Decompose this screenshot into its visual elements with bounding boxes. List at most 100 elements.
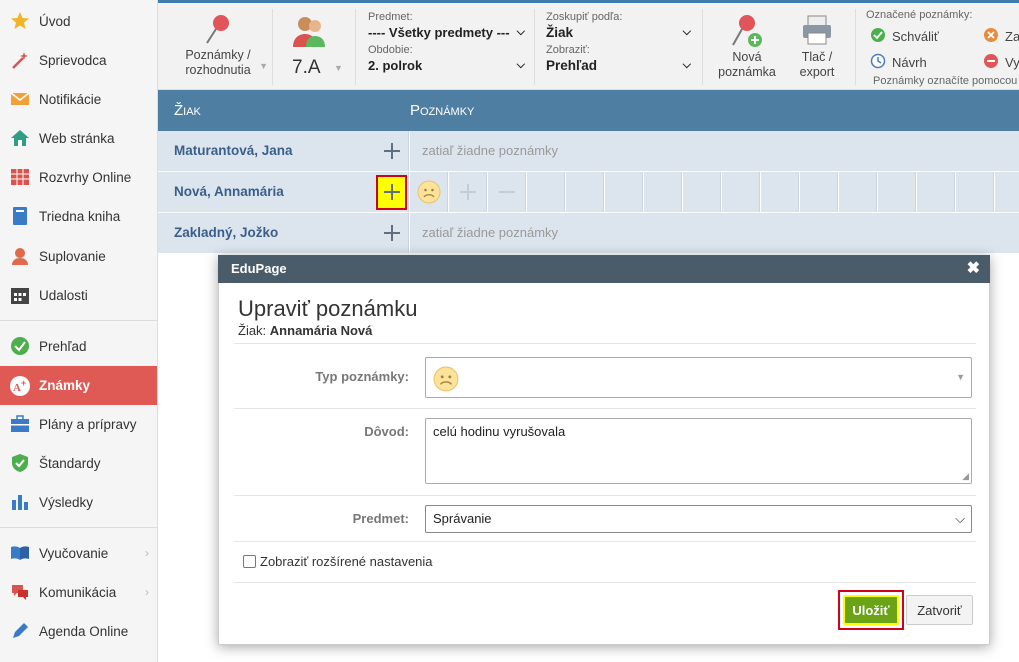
chevron-down-icon: ⌵ bbox=[682, 26, 691, 38]
sidebar-item-label: Vyučovanie bbox=[39, 545, 109, 561]
group-select[interactable]: Žiak ⌵ bbox=[546, 25, 691, 40]
new-note-button[interactable]: Nová poznámka bbox=[710, 3, 778, 90]
dialog-app-name: EduPage bbox=[231, 261, 287, 276]
sidebar-item-prehlad[interactable]: Prehľad bbox=[0, 327, 157, 365]
advanced-settings-toggle[interactable]: Zobraziť rozšírené nastavenia bbox=[243, 554, 433, 569]
resize-handle-icon[interactable]: ◢ bbox=[962, 471, 969, 482]
note-cell bbox=[878, 172, 916, 212]
sidebar-item-agenda-online[interactable]: Agenda Online bbox=[0, 612, 157, 650]
marked-hint: Poznámky označíte pomocou bbox=[873, 75, 1018, 87]
reason-textarea[interactable]: celú hodinu vyrušovala ◢ bbox=[425, 418, 972, 484]
add-negative-note-button[interactable] bbox=[488, 172, 526, 212]
chevron-right-icon: › bbox=[145, 585, 149, 599]
period-select[interactable]: 2. polrok ⌵ bbox=[368, 58, 525, 73]
no-notes-text: zatiaľ žiadne poznámky bbox=[410, 213, 1019, 253]
add-note-button[interactable] bbox=[376, 213, 409, 253]
sidebar-item-vysledky[interactable]: Výsledky bbox=[0, 483, 157, 521]
sidebar-item-rozvrhy-online[interactable]: Rozvrhy Online bbox=[0, 158, 157, 196]
sad-face-icon bbox=[417, 180, 441, 207]
sidebar-item-standardy[interactable]: Štandardy bbox=[0, 444, 157, 482]
column-header-student: Žiak bbox=[174, 102, 201, 119]
subject-period-filters: Predmet: ---- Všetky predmety --- ⌵ Obdob… bbox=[368, 3, 525, 90]
sidebar-item-komunikacia[interactable]: Komunikácia › bbox=[0, 573, 157, 611]
draft-button[interactable]: Návrh bbox=[870, 53, 927, 72]
sidebar-item-triedna-kniha[interactable]: Triedna kniha bbox=[0, 197, 157, 235]
sidebar-item-udalosti[interactable]: Udalosti bbox=[0, 276, 157, 314]
print-label-2: export bbox=[799, 65, 835, 79]
add-note-button[interactable] bbox=[376, 131, 409, 171]
sidebar-item-uvod[interactable]: Úvod bbox=[0, 2, 157, 40]
column-header-notes: Poznámky bbox=[410, 102, 475, 119]
svg-text:A: A bbox=[13, 382, 21, 394]
add-note-button-highlighted[interactable] bbox=[376, 172, 409, 212]
new-note-label-2: poznámka bbox=[718, 65, 776, 79]
sidebar-item-label: Prehľad bbox=[39, 338, 87, 354]
student-name[interactable]: Maturantová, Jana bbox=[158, 131, 376, 171]
note-cell[interactable] bbox=[410, 172, 448, 212]
sidebar-item-label: Udalosti bbox=[39, 287, 88, 303]
table-row: Nová, Annamária bbox=[158, 172, 1019, 213]
note-cell bbox=[527, 172, 565, 212]
grade-icon: A + bbox=[9, 375, 31, 397]
svg-text:+: + bbox=[21, 378, 26, 388]
advanced-settings-label: Zobraziť rozšírené nastavenia bbox=[260, 554, 433, 569]
group-select-value: Žiak bbox=[546, 25, 574, 40]
reject-button[interactable]: Za bbox=[983, 27, 1019, 46]
open-book-icon bbox=[9, 542, 31, 564]
note-cell bbox=[800, 172, 838, 212]
wand-icon bbox=[9, 49, 31, 71]
sidebar-item-vyucovanie[interactable]: Vyučovanie › bbox=[0, 534, 157, 572]
plus-icon bbox=[383, 142, 401, 160]
subject-select-value: Správanie bbox=[433, 511, 492, 526]
note-cell bbox=[995, 172, 1019, 212]
student-name[interactable]: Zakladný, Jožko bbox=[158, 213, 376, 253]
show-select-value: Prehľad bbox=[546, 58, 597, 73]
print-export-button[interactable]: Tlač / export bbox=[790, 3, 844, 90]
shield-icon bbox=[9, 452, 31, 474]
sidebar-item-web-stranka[interactable]: Web stránka bbox=[0, 119, 157, 157]
add-positive-note-button[interactable] bbox=[449, 172, 487, 212]
marked-caption: Označené poznámky: bbox=[866, 9, 973, 21]
new-note-label: Nová bbox=[732, 50, 762, 64]
show-select[interactable]: Prehľad ⌵ bbox=[546, 58, 691, 73]
student-prefix: Žiak: bbox=[238, 323, 267, 338]
sad-face-icon bbox=[433, 366, 459, 395]
subject-select[interactable]: Správanie ⌵ bbox=[425, 505, 972, 533]
sidebar-item-label: Sprievodca bbox=[39, 52, 107, 68]
sidebar-item-notifikacie[interactable]: Notifikácie bbox=[0, 80, 157, 118]
note-cell bbox=[839, 172, 877, 212]
marked-notes-panel: Označené poznámky: Schváliť Návrh Za Vy … bbox=[866, 3, 1019, 90]
notes-btn-label-2: rozhodnutia bbox=[185, 63, 251, 77]
table-header: Žiak Poznámky bbox=[158, 90, 1019, 131]
delete-label: Vy bbox=[1005, 55, 1019, 70]
check-circle-icon bbox=[870, 27, 886, 46]
close-button[interactable]: Zatvoriť bbox=[906, 595, 973, 625]
reason-label: Dôvod: bbox=[364, 424, 409, 439]
envelope-icon bbox=[9, 88, 31, 110]
student-name[interactable]: Nová, Annamária bbox=[158, 172, 376, 212]
check-circle-icon bbox=[9, 335, 31, 357]
close-icon[interactable]: ✖ bbox=[967, 255, 980, 283]
note-type-select[interactable]: ▼ bbox=[425, 357, 972, 398]
approve-button[interactable]: Schváliť bbox=[870, 27, 939, 46]
toolbar-divider bbox=[534, 9, 535, 85]
save-button[interactable]: Uložiť bbox=[843, 595, 899, 625]
sidebar-item-label: Rozvrhy Online bbox=[39, 169, 132, 185]
toolbar-divider bbox=[702, 9, 703, 85]
sidebar-item-suplovanie[interactable]: Suplovanie bbox=[0, 237, 157, 275]
advanced-settings-checkbox[interactable] bbox=[243, 555, 256, 568]
subject-select[interactable]: ---- Všetky predmety --- ⌵ bbox=[368, 25, 525, 40]
notes-decisions-button[interactable]: Poznámky / rozhodnutia ▼ bbox=[170, 3, 268, 90]
divider bbox=[234, 343, 976, 344]
chat-icon bbox=[9, 581, 31, 603]
sidebar-item-plany[interactable]: Plány a prípravy bbox=[0, 405, 157, 443]
period-caption: Obdobie: bbox=[368, 44, 413, 56]
sidebar-item-sprievodca[interactable]: Sprievodca bbox=[0, 41, 157, 79]
minus-icon bbox=[498, 183, 516, 204]
sidebar-item-znamky[interactable]: A + Známky bbox=[0, 366, 157, 405]
show-caption: Zobraziť: bbox=[546, 44, 590, 56]
class-selector[interactable]: 7.A ▼ bbox=[286, 3, 348, 90]
pen-icon bbox=[9, 620, 31, 642]
group-caption: Zoskupiť podľa: bbox=[546, 11, 623, 23]
delete-button[interactable]: Vy bbox=[983, 53, 1019, 72]
